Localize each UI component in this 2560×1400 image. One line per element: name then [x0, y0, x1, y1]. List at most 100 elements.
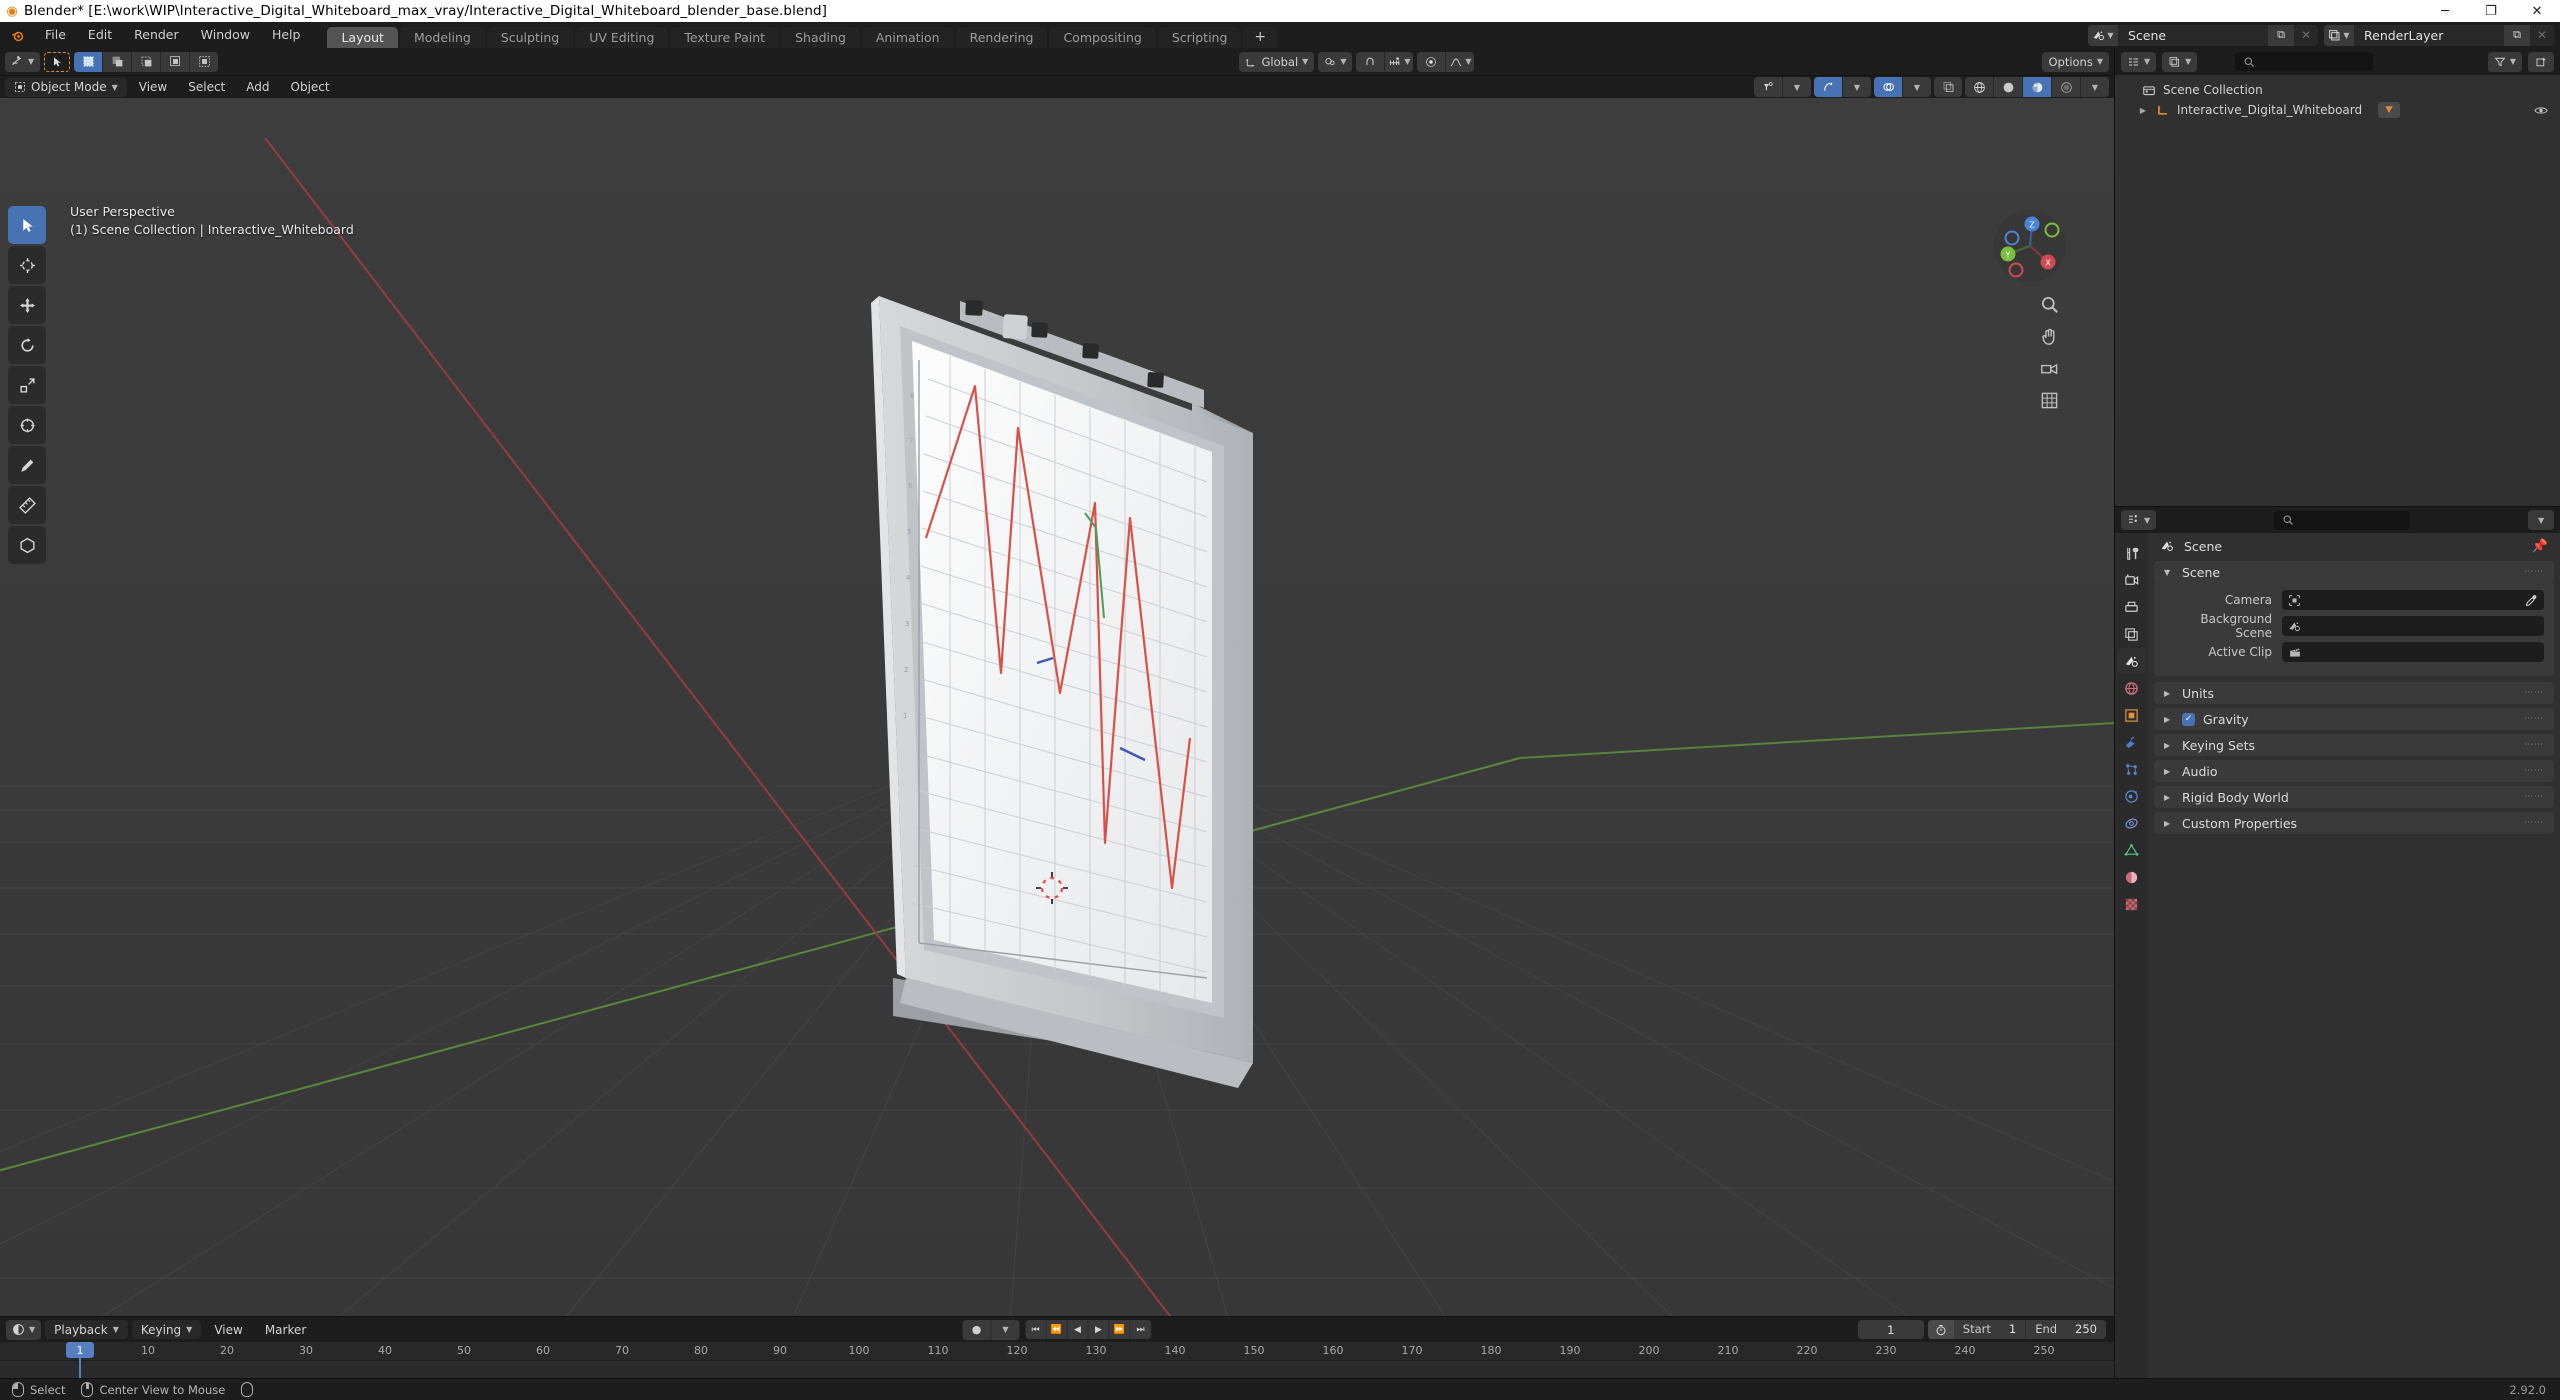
scene-selector[interactable]: ▼ Scene ⧉ ✕ — [2088, 24, 2318, 46]
select-invert-button[interactable] — [161, 51, 190, 72]
properties-editor-type-selector[interactable]: ▼ — [2121, 510, 2157, 530]
select-set-button[interactable] — [74, 51, 103, 72]
active-tool-icon[interactable] — [44, 51, 71, 72]
camera-field[interactable] — [2282, 590, 2544, 610]
timeline-ruler[interactable]: 10 20 30 40 50 60 70 80 90 100 110 120 1… — [0, 1342, 2114, 1378]
expand-triangle-icon[interactable]: ▶ — [2137, 106, 2149, 115]
tool-cursor[interactable] — [8, 246, 46, 284]
properties-tab-material[interactable] — [2117, 865, 2146, 890]
tab-layout[interactable]: Layout — [327, 27, 398, 48]
unlink-scene-button[interactable]: ✕ — [2294, 25, 2318, 46]
tab-scripting[interactable]: Scripting — [1157, 27, 1242, 48]
timeline-menu-view[interactable]: View — [205, 1320, 251, 1339]
viewport-menu-add[interactable]: Add — [237, 78, 278, 97]
menu-edit[interactable]: Edit — [77, 22, 123, 48]
tab-rendering[interactable]: Rendering — [955, 27, 1048, 48]
shading-solid-button[interactable] — [1994, 77, 2022, 97]
properties-tab-constraints[interactable] — [2117, 811, 2146, 836]
pivot-point-selector[interactable]: ▼ — [1318, 51, 1353, 72]
snap-options-button[interactable]: ▼ — [1385, 51, 1414, 72]
auto-keying-dropdown[interactable]: ▼ — [991, 1319, 1020, 1340]
frame-range-fields[interactable]: Start 1 End 250 — [1927, 1320, 2106, 1339]
outliner-search-input[interactable] — [2235, 52, 2373, 71]
blender-menu-icon[interactable] — [0, 22, 34, 48]
select-subtract-button[interactable] — [132, 51, 161, 72]
overlays-toggle-icon[interactable] — [1874, 77, 1902, 97]
new-scene-button[interactable]: ⧉ — [2268, 24, 2294, 46]
navigation-gizmo[interactable]: X Y Z — [1992, 208, 2068, 284]
object-visibility-icon[interactable] — [1754, 77, 1782, 97]
close-button[interactable]: ✕ — [2514, 0, 2560, 22]
camera-view-icon[interactable] — [2038, 357, 2060, 379]
shading-dropdown[interactable]: ▼ — [2081, 77, 2109, 97]
toggle-ortho-icon[interactable] — [2038, 389, 2060, 411]
properties-tab-data[interactable] — [2117, 838, 2146, 863]
properties-tab-particles[interactable] — [2117, 757, 2146, 782]
pin-icon[interactable]: 📌 — [2532, 539, 2548, 554]
properties-tab-scene[interactable] — [2117, 649, 2146, 674]
tool-rotate[interactable] — [8, 326, 46, 364]
tool-add-cube[interactable] — [8, 526, 46, 564]
outliner-filter-button[interactable]: ▼ — [2487, 51, 2522, 72]
shading-wireframe-button[interactable] — [1965, 77, 1993, 97]
start-frame-value[interactable]: 1 — [2000, 1320, 2025, 1339]
active-clip-field[interactable] — [2282, 642, 2544, 662]
properties-tab-physics[interactable] — [2117, 784, 2146, 809]
menu-help[interactable]: Help — [261, 22, 312, 48]
new-view-layer-button[interactable]: ⧉ — [2504, 24, 2530, 46]
menu-window[interactable]: Window — [190, 22, 261, 48]
outliner-display-mode-selector[interactable]: ▼ — [2162, 51, 2198, 72]
minimize-button[interactable]: ─ — [2422, 0, 2468, 22]
tool-scale[interactable] — [8, 366, 46, 404]
panel-header-gravity[interactable]: ▶ ✓ Gravity ⋯⋯ — [2154, 708, 2554, 730]
overlays-dropdown[interactable]: ▼ — [1903, 77, 1931, 97]
properties-options-button[interactable]: ▼ — [2528, 510, 2555, 530]
panel-header-rigid-body-world[interactable]: ▶ Rigid Body World ⋯⋯ — [2154, 786, 2554, 808]
play-button[interactable]: ▶ — [1088, 1320, 1110, 1339]
use-preview-range-icon[interactable] — [1927, 1320, 1954, 1339]
properties-tab-modifiers[interactable] — [2117, 730, 2146, 755]
transform-orientation-selector[interactable]: Global ▼ — [1239, 51, 1315, 72]
tool-annotate[interactable] — [8, 446, 46, 484]
xray-toggle-icon[interactable] — [1934, 77, 1962, 97]
properties-tab-render[interactable] — [2117, 568, 2146, 593]
timeline-menu-keying[interactable]: Keying ▼ — [131, 1320, 202, 1339]
view-layer-selector[interactable]: ▼ RenderLayer ⧉ ✕ — [2324, 24, 2554, 46]
editor-type-selector[interactable]: ▼ — [5, 51, 41, 72]
record-icon[interactable]: ● — [962, 1319, 991, 1340]
new-collection-button[interactable] — [2528, 51, 2554, 72]
select-intersect-button[interactable] — [190, 51, 219, 72]
tab-animation[interactable]: Animation — [861, 27, 954, 48]
properties-tab-output[interactable] — [2117, 595, 2146, 620]
pan-hand-icon[interactable] — [2038, 325, 2060, 347]
properties-tab-view-layer[interactable] — [2117, 622, 2146, 647]
menu-file[interactable]: File — [34, 22, 77, 48]
add-workspace-button[interactable]: + — [1243, 27, 1278, 48]
next-keyframe-button[interactable]: ⏩ — [1109, 1320, 1131, 1339]
interaction-mode-selector[interactable]: Object Mode ▼ — [5, 77, 127, 97]
tool-tweak[interactable] — [8, 206, 46, 244]
scene-name[interactable]: Scene — [2118, 25, 2268, 46]
tab-modeling[interactable]: Modeling — [399, 27, 485, 48]
panel-header-custom-properties[interactable]: ▶ Custom Properties ⋯⋯ — [2154, 812, 2554, 834]
remove-view-layer-button[interactable]: ✕ — [2530, 25, 2554, 46]
tab-uv-editing[interactable]: UV Editing — [575, 27, 669, 48]
timeline-menu-playback[interactable]: Playback ▼ — [45, 1320, 128, 1339]
background-scene-field[interactable] — [2282, 616, 2544, 636]
eyedropper-icon[interactable] — [2525, 594, 2538, 607]
proportional-falloff-selector[interactable]: ▼ — [1446, 51, 1475, 72]
tab-shading[interactable]: Shading — [781, 27, 860, 48]
panel-header-scene[interactable]: ▼ Scene ⋯⋯ — [2154, 561, 2554, 583]
properties-tab-object[interactable] — [2117, 703, 2146, 728]
viewport-menu-select[interactable]: Select — [179, 78, 234, 97]
view-layer-name[interactable]: RenderLayer — [2354, 25, 2504, 46]
3d-viewport[interactable]: 876 543 21 User Perspective (1) Scene Co… — [0, 98, 2114, 1316]
visibility-eye-icon[interactable] — [2534, 105, 2548, 116]
viewport-menu-view[interactable]: View — [130, 78, 176, 97]
gizmo-toggle-icon[interactable] — [1814, 77, 1842, 97]
timeline-playhead[interactable]: 1 — [66, 1342, 94, 1378]
panel-header-units[interactable]: ▶ Units ⋯⋯ — [2154, 682, 2554, 704]
timeline-menu-marker[interactable]: Marker — [256, 1320, 315, 1339]
jump-to-end-button[interactable]: ⏭ — [1130, 1320, 1152, 1339]
snap-magnet-icon[interactable] — [1356, 51, 1385, 72]
